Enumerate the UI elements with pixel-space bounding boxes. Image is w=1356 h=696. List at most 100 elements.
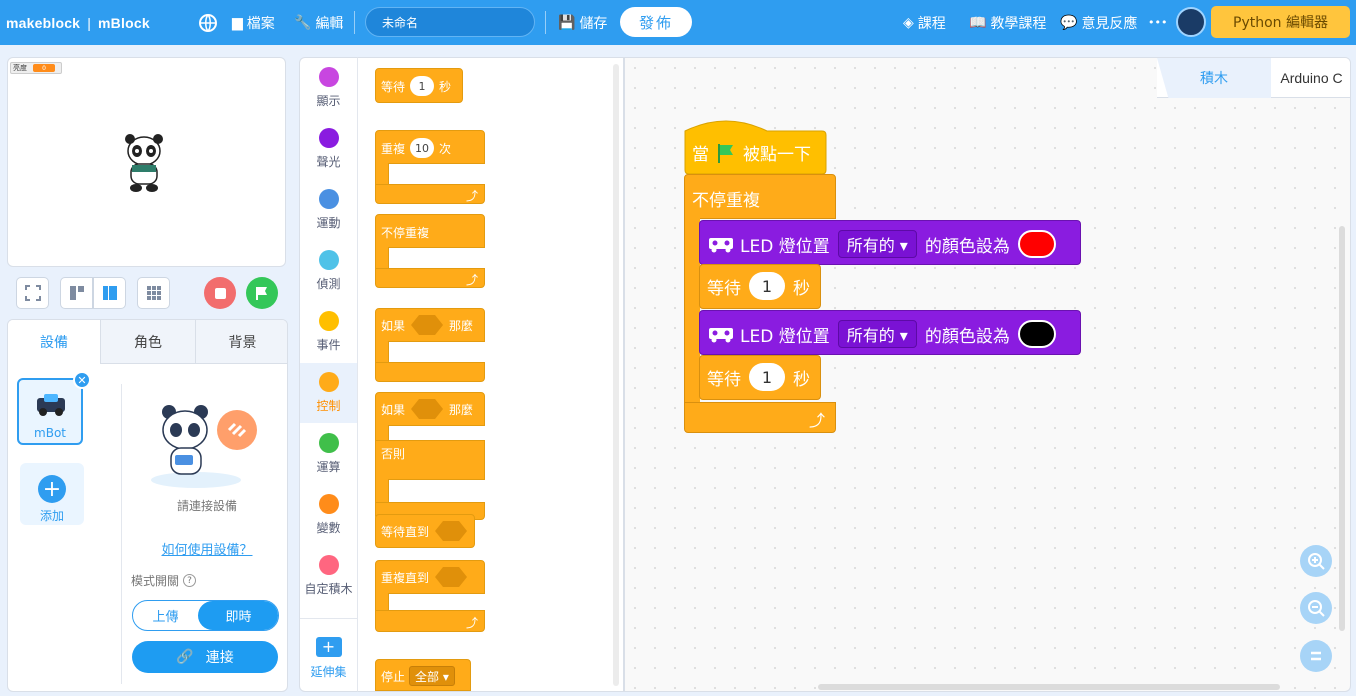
wait-seconds-input[interactable]: 1	[749, 272, 785, 300]
zoom-out-button[interactable]	[1300, 592, 1332, 624]
mode-switch: 上傳 即時	[132, 600, 279, 631]
category-motion[interactable]: 運動	[300, 180, 357, 240]
category-operators[interactable]: 運算	[300, 424, 357, 484]
loop-arrow-icon: ⤴	[465, 616, 478, 630]
project-name-input[interactable]: 未命名	[365, 7, 535, 37]
tutorial-link[interactable]: 📖 教學課程	[969, 0, 1046, 45]
remove-device-close-icon[interactable]: ✕	[73, 371, 91, 389]
category-dot-icon	[318, 433, 339, 453]
category-variables[interactable]: 變數	[300, 485, 357, 545]
flag-icon	[256, 287, 267, 300]
language-globe-icon[interactable]	[198, 0, 218, 45]
book-icon: 📖	[969, 14, 987, 31]
feedback-link[interactable]: 💬 意見反應	[1060, 0, 1137, 45]
add-device-button[interactable]: + 添加	[20, 463, 84, 525]
wrench-icon: 🔧	[294, 14, 312, 31]
category-display[interactable]: 顯示	[300, 58, 357, 118]
divider	[300, 618, 357, 619]
zoom-in-button[interactable]	[1300, 545, 1332, 577]
repeat-block-foot: ⤴	[375, 184, 485, 204]
file-menu[interactable]: ▆ 檔案	[232, 0, 275, 45]
stage-canvas[interactable]	[7, 57, 286, 267]
wait-seconds-input[interactable]: 1	[749, 363, 785, 391]
green-flag-icon	[718, 143, 733, 163]
palette-scrollbar[interactable]	[613, 64, 619, 686]
color-picker-red[interactable]	[1017, 230, 1056, 258]
divider	[121, 384, 122, 684]
wait-seconds-block[interactable]: 等待 1 秒	[375, 68, 463, 103]
add-label: 添加	[39, 509, 64, 523]
zoom-in-icon	[1308, 553, 1325, 570]
when-flag-clicked-block[interactable]: 當被點一下	[692, 140, 811, 165]
mode-live-option[interactable]: 即時	[198, 601, 278, 630]
repeat-block-arm	[375, 163, 389, 185]
zoom-reset-icon	[1311, 651, 1321, 661]
tab-backgrounds[interactable]: 背景	[195, 320, 287, 364]
python-editor-button[interactable]: Python 編輯器	[1211, 6, 1350, 38]
grid-view-button[interactable]	[137, 277, 170, 309]
zoom-reset-button[interactable]	[1300, 640, 1332, 672]
help-icon[interactable]: ?	[183, 574, 197, 587]
if-then-block[interactable]: 如果 那麼	[375, 308, 485, 342]
led-color-block-content: LED 燈位置 所有的 ▾ 的顏色設為	[708, 320, 1056, 348]
category-control[interactable]: 控制	[300, 363, 357, 423]
stop-icon	[214, 287, 226, 299]
stop-button[interactable]	[204, 277, 236, 309]
large-stage-button[interactable]	[93, 277, 126, 309]
category-sound-light[interactable]: 聲光	[300, 119, 357, 179]
more-menu[interactable]: •••	[1148, 0, 1167, 45]
workspace-vertical-scrollbar[interactable]	[1339, 226, 1345, 631]
mode-switch-label: 模式開關?	[131, 572, 197, 589]
course-link[interactable]: ◈ 課程	[903, 0, 946, 45]
extensions-button[interactable]: + 延伸集	[300, 628, 357, 688]
brand-logo: makeblock | mBlock	[6, 14, 150, 31]
tab-arduino-c[interactable]: Arduino C	[1271, 58, 1350, 98]
repeat-until-block[interactable]: 重複直到	[375, 560, 485, 594]
tab-blocks[interactable]: 積木	[1157, 58, 1271, 98]
category-dot-icon	[318, 555, 339, 575]
small-stage-button[interactable]	[60, 277, 93, 309]
stop-option-dropdown[interactable]: 全部 ▾	[409, 666, 455, 686]
forever-block[interactable]: 不停重複	[375, 214, 485, 248]
connect-prompt: 請連接設備	[176, 499, 237, 513]
if-else-block[interactable]: 如果 那麼	[375, 392, 485, 426]
wait-seconds-content: 等待 1 秒	[707, 272, 810, 300]
repeat-until-foot: ⤴	[375, 610, 485, 632]
repeat-block[interactable]: 重複 10 次	[375, 130, 485, 164]
green-flag-button[interactable]	[246, 277, 278, 309]
if-block-foot	[375, 362, 485, 382]
fullscreen-button[interactable]	[16, 277, 49, 309]
color-picker-black[interactable]	[1017, 320, 1056, 348]
led-position-dropdown[interactable]: 所有的 ▾	[837, 320, 917, 348]
stop-block[interactable]: 停止 全部 ▾	[375, 659, 471, 691]
script-workspace[interactable]: 積木 Arduino C 當被點一下 不停重複 ⤴ LED 燈位置 所有的 ▾ 的顏…	[624, 57, 1351, 692]
category-dot-icon	[318, 311, 339, 331]
tab-sprites[interactable]: 角色	[101, 320, 195, 364]
tab-devices[interactable]: 設備	[8, 320, 101, 364]
connect-button[interactable]: 🔗 連接	[132, 641, 278, 673]
forever-foot: ⤴	[684, 402, 836, 433]
wait-until-block[interactable]: 等待直到	[375, 514, 475, 548]
divider	[354, 11, 355, 34]
if-block-arm	[375, 341, 389, 363]
mode-upload-option[interactable]: 上傳	[133, 601, 198, 630]
edit-menu[interactable]: 🔧 編輯	[294, 0, 343, 45]
else-arm	[375, 479, 389, 503]
category-events[interactable]: 事件	[300, 302, 357, 362]
category-my-blocks[interactable]: 自定積木	[300, 546, 357, 606]
divider	[545, 11, 546, 34]
user-avatar[interactable]	[1176, 7, 1206, 37]
forever-arm	[684, 218, 700, 403]
save-icon: 💾	[558, 14, 576, 31]
workspace-horizontal-scrollbar[interactable]	[818, 684, 1280, 690]
forever-label: 不停重複	[692, 191, 760, 211]
device-card-mbot[interactable]: mBot	[17, 378, 83, 445]
save-button[interactable]: 💾 儲存	[558, 0, 607, 45]
publish-button[interactable]: 發佈	[620, 7, 692, 37]
led-position-dropdown[interactable]: 所有的 ▾	[837, 230, 917, 258]
else-section: 否則	[375, 440, 485, 480]
small-stage-icon	[69, 286, 84, 300]
how-to-use-device-link[interactable]: 如何使用設備？	[132, 539, 282, 558]
category-sensing[interactable]: 偵測	[300, 241, 357, 301]
fullscreen-icon	[24, 285, 41, 301]
